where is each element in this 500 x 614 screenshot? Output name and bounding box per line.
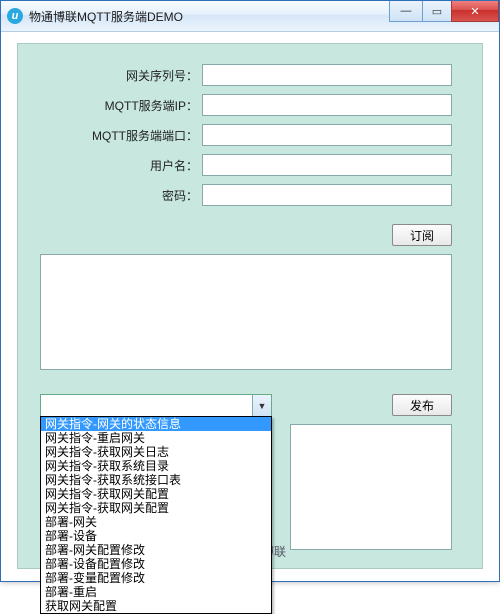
window-buttons: — ▭ ✕ xyxy=(389,1,499,22)
dropdown-option[interactable]: 网关指令-获取网关配置 xyxy=(41,487,271,501)
dropdown-option[interactable]: 部署-网关 xyxy=(41,515,271,529)
publish-textarea[interactable] xyxy=(290,424,452,550)
server-ip-input[interactable] xyxy=(202,94,452,116)
dropdown-option[interactable]: 部署-变量配置修改 xyxy=(41,571,271,585)
server-port-label: MQTT服务端端口： xyxy=(48,127,202,144)
minimize-button[interactable]: — xyxy=(389,1,423,22)
app-window: u 物通博联MQTT服务端DEMO — ▭ ✕ 网关序列号： MQTT服务端IP… xyxy=(0,0,500,582)
dropdown-option[interactable]: 网关指令-获取系统接口表 xyxy=(41,473,271,487)
dropdown-option[interactable]: 部署-重启 xyxy=(41,585,271,599)
dropdown-option[interactable]: 部署-网关配置修改 xyxy=(41,543,271,557)
titlebar: u 物通博联MQTT服务端DEMO — ▭ ✕ xyxy=(1,1,499,32)
dropdown-option[interactable]: 部署-设备 xyxy=(41,529,271,543)
subscribe-log-textarea[interactable] xyxy=(40,254,452,370)
server-ip-label: MQTT服务端IP： xyxy=(48,97,202,114)
command-dropdown-list[interactable]: 网关指令-网关的状态信息网关指令-重启网关网关指令-获取网关日志网关指令-获取系… xyxy=(40,416,272,614)
password-input[interactable] xyxy=(202,184,452,206)
username-label: 用户名： xyxy=(48,157,202,174)
main-panel: 网关序列号： MQTT服务端IP： MQTT服务端端口： 用户名： 密码： 订阅 xyxy=(17,43,483,569)
maximize-button[interactable]: ▭ xyxy=(422,1,452,22)
window-title: 物通博联MQTT服务端DEMO xyxy=(29,8,183,25)
command-combobox-input[interactable] xyxy=(41,397,252,415)
app-icon: u xyxy=(7,8,23,24)
command-combobox[interactable]: ▼ xyxy=(40,394,272,418)
dropdown-option[interactable]: 网关指令-重启网关 xyxy=(41,431,271,445)
dropdown-option[interactable]: 网关指令-获取系统目录 xyxy=(41,459,271,473)
gateway-sn-label: 网关序列号： xyxy=(48,67,202,84)
dropdown-option[interactable]: 网关指令-获取网关配置 xyxy=(41,501,271,515)
dropdown-option[interactable]: 网关指令-网关的状态信息 xyxy=(41,417,271,431)
combobox-arrow-icon[interactable]: ▼ xyxy=(252,395,271,417)
username-input[interactable] xyxy=(202,154,452,176)
client-area: 网关序列号： MQTT服务端IP： MQTT服务端端口： 用户名： 密码： 订阅 xyxy=(9,39,491,573)
subscribe-button[interactable]: 订阅 xyxy=(392,224,452,246)
close-button[interactable]: ✕ xyxy=(451,1,499,22)
password-label: 密码： xyxy=(48,187,202,204)
gateway-sn-input[interactable] xyxy=(202,64,452,86)
server-port-input[interactable] xyxy=(202,124,452,146)
dropdown-option[interactable]: 网关指令-获取网关日志 xyxy=(41,445,271,459)
dropdown-option[interactable]: 部署-设备配置修改 xyxy=(41,557,271,571)
publish-button[interactable]: 发布 xyxy=(392,394,452,416)
dropdown-option[interactable]: 获取网关配置 xyxy=(41,599,271,613)
